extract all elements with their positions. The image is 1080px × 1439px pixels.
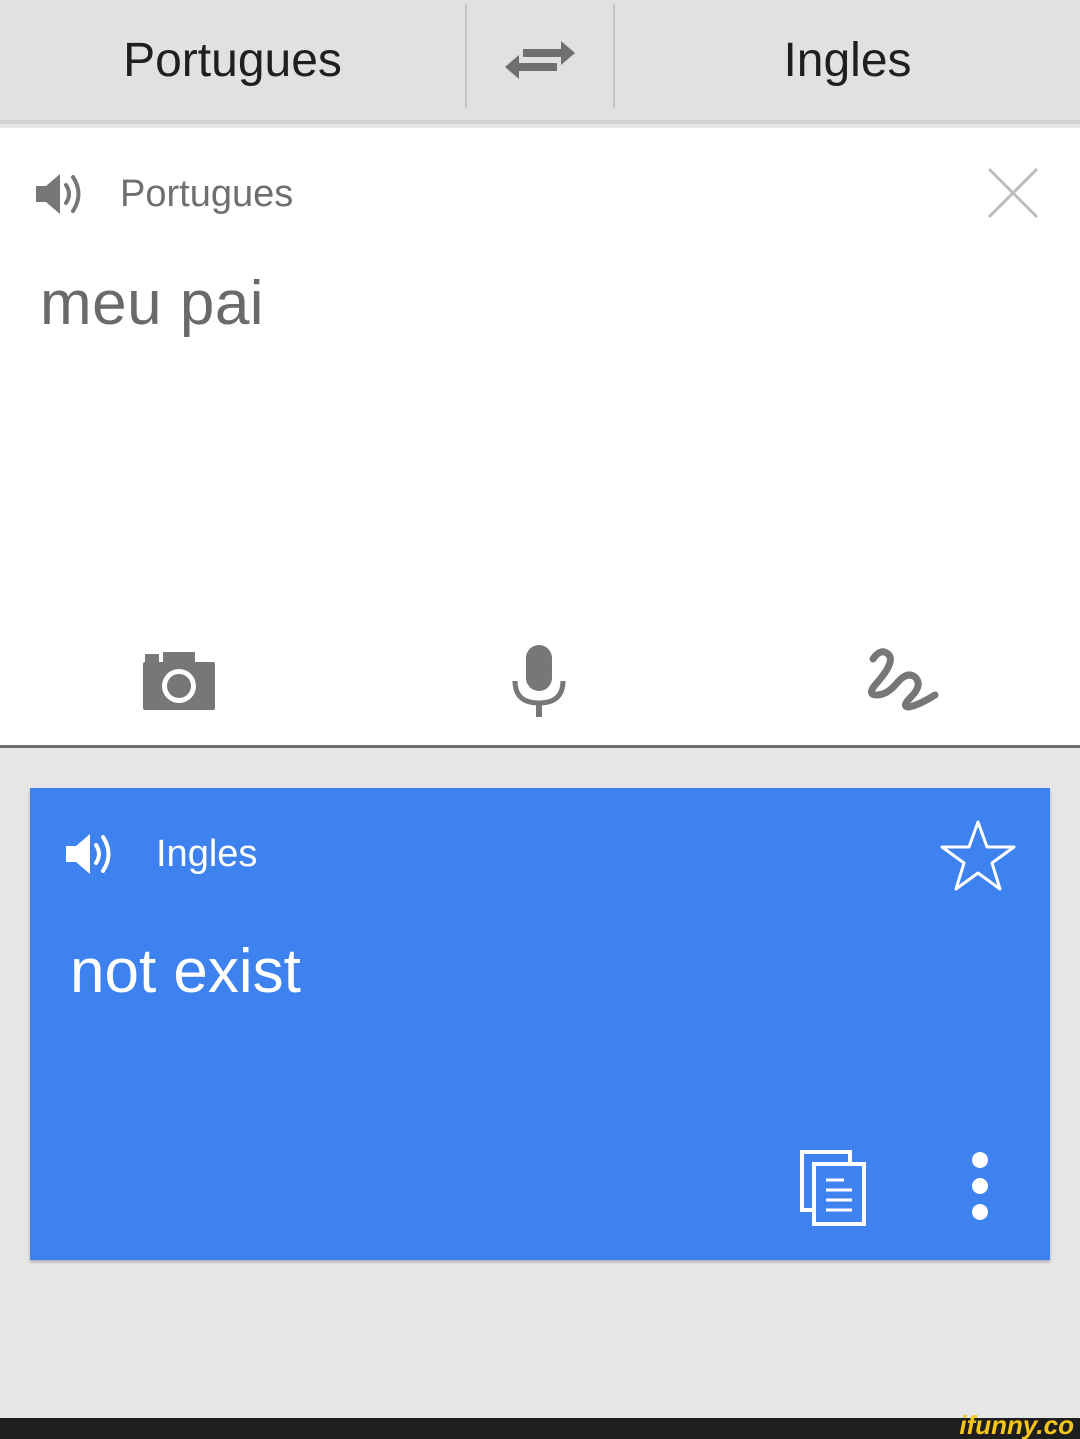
source-language-button[interactable]: Portugues xyxy=(0,0,465,120)
camera-icon xyxy=(143,652,215,710)
translated-text: not exist xyxy=(70,937,301,1006)
more-vert-icon[interactable] xyxy=(960,1146,1000,1226)
source-text-input[interactable]: meu pai xyxy=(40,268,264,339)
swap-arrows-icon xyxy=(505,41,575,79)
close-icon[interactable] xyxy=(986,166,1040,220)
result-language-label: Ingles xyxy=(156,832,258,875)
speaker-icon[interactable] xyxy=(34,168,86,220)
camera-button[interactable] xyxy=(134,636,224,726)
translation-result-card[interactable]: Ingles not exist xyxy=(30,788,1050,1260)
input-header: Portugues xyxy=(34,168,293,220)
language-bar: Portugues Ingles xyxy=(0,0,1080,124)
watermark: ifunny.co xyxy=(959,1410,1074,1439)
speaker-icon[interactable] xyxy=(64,828,116,880)
microphone-button[interactable] xyxy=(494,636,584,726)
swap-languages-button[interactable] xyxy=(465,0,615,120)
input-language-label: Portugues xyxy=(120,172,294,215)
target-language-button[interactable]: Ingles xyxy=(615,0,1080,120)
handwriting-button[interactable] xyxy=(854,636,944,726)
handwriting-icon xyxy=(868,648,939,711)
copy-icon[interactable] xyxy=(798,1148,868,1228)
star-icon[interactable] xyxy=(938,816,1018,896)
bottom-strip: ifunny.co xyxy=(0,1411,1080,1439)
result-header: Ingles xyxy=(64,828,257,880)
input-card: Portugues meu pai xyxy=(0,128,1080,748)
microphone-icon xyxy=(512,645,566,717)
